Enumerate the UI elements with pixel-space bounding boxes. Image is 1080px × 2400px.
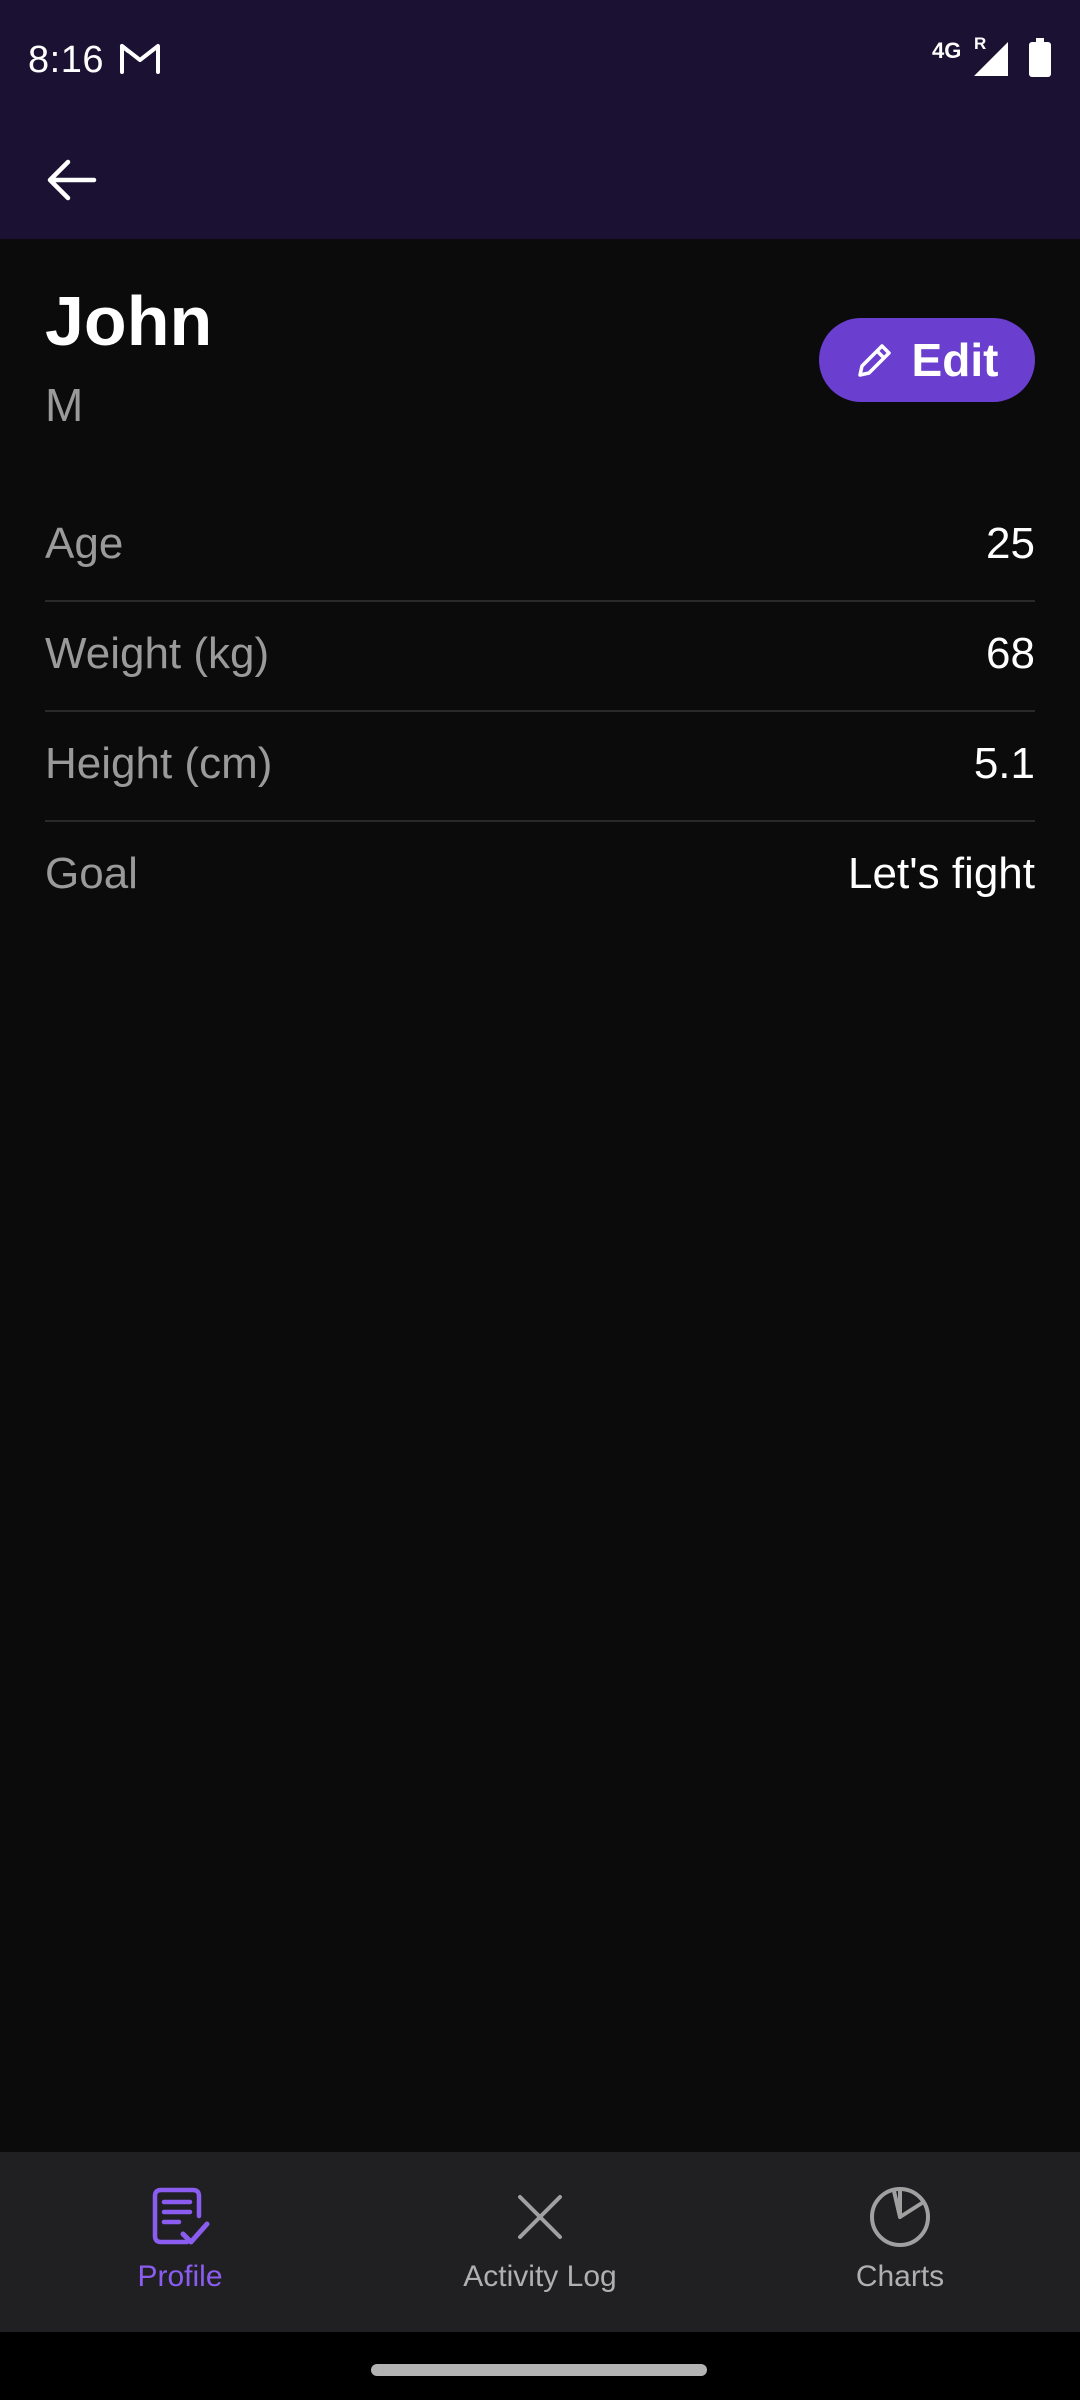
arrow-left-icon bbox=[47, 159, 97, 201]
nav-item-activity-log[interactable]: Activity Log bbox=[360, 2152, 720, 2332]
gmail-icon bbox=[120, 44, 160, 74]
nav-item-charts[interactable]: Charts bbox=[720, 2152, 1080, 2332]
battery-icon bbox=[1029, 38, 1051, 77]
detail-row-goal: Goal Let's fight bbox=[45, 822, 1035, 932]
back-button[interactable] bbox=[34, 142, 110, 218]
app-bar bbox=[0, 120, 1080, 239]
pie-chart-icon bbox=[865, 2182, 935, 2252]
edit-label: Edit bbox=[911, 334, 999, 386]
edit-button[interactable]: Edit bbox=[819, 318, 1035, 402]
detail-label: Weight (kg) bbox=[45, 629, 270, 678]
detail-label: Age bbox=[45, 519, 124, 568]
status-time: 8:16 bbox=[28, 39, 104, 81]
detail-row-weight: Weight (kg) 68 bbox=[45, 602, 1035, 712]
detail-value: 5.1 bbox=[973, 739, 1035, 788]
detail-value: 25 bbox=[986, 519, 1035, 568]
nav-item-profile[interactable]: Profile bbox=[0, 2152, 360, 2332]
profile-name: John bbox=[45, 282, 213, 360]
network-type-label: 4G bbox=[932, 38, 962, 63]
nav-label-activity-log: Activity Log bbox=[463, 2260, 617, 2293]
detail-value: Let's fight bbox=[848, 849, 1035, 898]
profile-details-list: Age 25 Weight (kg) 68 Height (cm) 5.1 Go… bbox=[45, 492, 1035, 932]
status-bar: 8:16 4G R bbox=[0, 0, 1080, 120]
profile-checklist-icon bbox=[145, 2182, 215, 2252]
profile-gender: M bbox=[45, 379, 84, 431]
detail-label: Goal bbox=[45, 849, 138, 898]
bottom-navigation: Profile Activity Log Charts bbox=[0, 2152, 1080, 2332]
detail-row-age: Age 25 bbox=[45, 492, 1035, 602]
detail-label: Height (cm) bbox=[45, 739, 273, 788]
detail-value: 68 bbox=[986, 629, 1035, 678]
profile-content: John M Edit Age 25 Weight (kg) 68 Height… bbox=[0, 239, 1080, 2152]
gesture-navigation-area bbox=[0, 2332, 1080, 2400]
close-x-icon bbox=[505, 2182, 575, 2252]
top-bar-area: 8:16 4G R bbox=[0, 0, 1080, 239]
nav-label-profile: Profile bbox=[137, 2260, 223, 2293]
detail-row-height: Height (cm) 5.1 bbox=[45, 712, 1035, 822]
nav-label-charts: Charts bbox=[855, 2260, 945, 2293]
home-gesture-handle[interactable] bbox=[371, 2364, 707, 2376]
pencil-icon bbox=[857, 344, 891, 377]
signal-icon bbox=[974, 42, 1008, 76]
